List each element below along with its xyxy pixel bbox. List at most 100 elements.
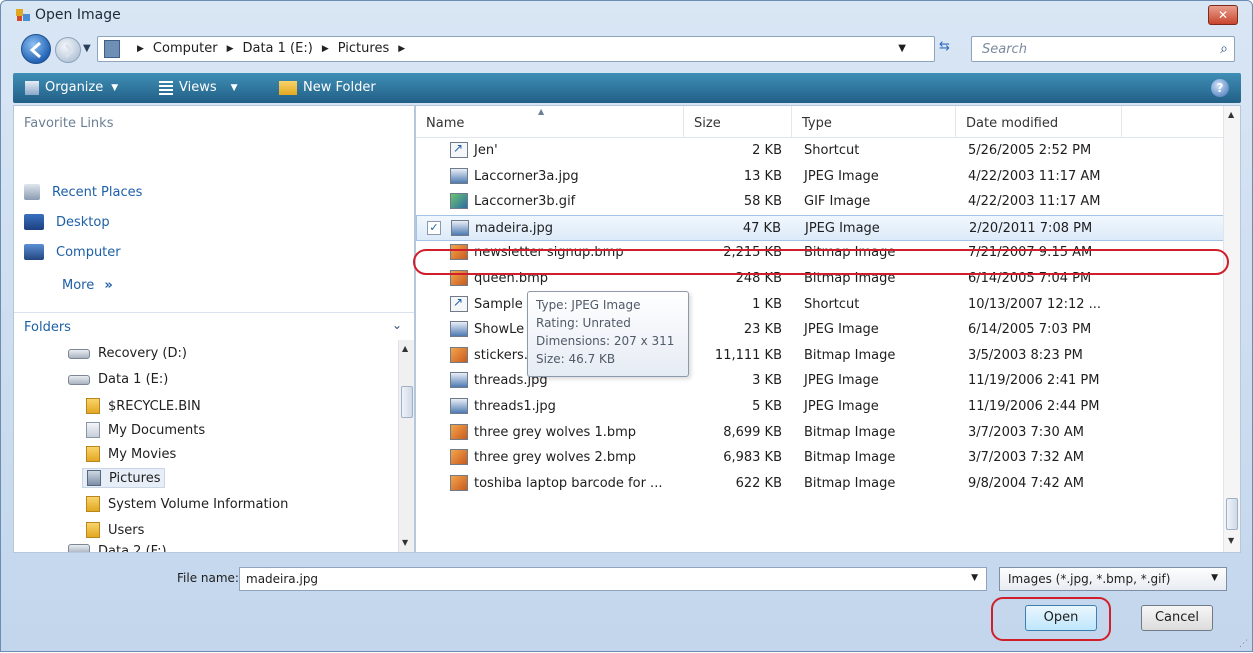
tooltip-dimensions: Dimensions: 207 x 311 [536, 334, 675, 348]
tree-label: Data 2 (F:) [98, 544, 167, 552]
breadcrumb-separator-icon[interactable]: ▶ [322, 44, 329, 54]
refresh-icon: ⇆ [939, 39, 950, 54]
chevron-down-icon[interactable]: ▼ [971, 573, 978, 583]
tree-item-data2[interactable]: Data 2 (F:) [68, 544, 167, 552]
resize-grip-icon[interactable]: ⋰ [1239, 639, 1248, 649]
bmp-file-icon [450, 449, 468, 466]
file-name: Sample [474, 296, 523, 312]
jpg-file-icon [450, 372, 468, 389]
tree-item-pictures[interactable]: Pictures [82, 468, 166, 488]
column-name[interactable]: Name ▲ [416, 106, 684, 138]
new-folder-label: New Folder [303, 80, 376, 95]
app-icon [15, 7, 31, 23]
file-size: 13 KB [743, 168, 782, 184]
breadcrumb-computer[interactable]: Computer [153, 41, 218, 56]
breadcrumb-separator-icon[interactable]: ▶ [398, 44, 405, 54]
more-links-button[interactable]: More » [62, 278, 113, 293]
open-image-dialog: Open Image ✕ ▼ ▶ Computer ▶ Data 1 (E:) … [0, 0, 1253, 652]
tree-item-my-movies[interactable]: My Movies [86, 446, 176, 462]
file-row[interactable]: Jen' 2 KB Shortcut 5/26/2005 2:52 PM [416, 138, 1224, 164]
file-type-filter[interactable]: Images (*.jpg, *.bmp, *.gif) ▼ [999, 567, 1227, 591]
breadcrumb-separator-icon[interactable]: ▶ [227, 44, 234, 54]
forward-button[interactable] [55, 37, 81, 63]
tooltip-rating: Rating: Unrated [536, 316, 631, 330]
file-row[interactable]: threads1.jpg 5 KB JPEG Image 11/19/2006 2:4… [416, 394, 1224, 420]
file-size: 1 KB [752, 296, 782, 312]
file-row[interactable]: Laccorner3a.jpg 13 KB JPEG Image 4/22/2003 … [416, 164, 1224, 190]
file-type: JPEG Image [804, 399, 879, 414]
tree-item-data1[interactable]: Data 1 (E:) [68, 372, 168, 387]
window-title: Open Image [35, 7, 121, 23]
search-input[interactable]: Search ⌕ [971, 36, 1235, 62]
file-type: Bitmap Image [804, 475, 896, 491]
chevron-down-icon: ▼ [230, 82, 238, 93]
new-folder-button[interactable]: New Folder [279, 80, 376, 95]
scroll-down-icon[interactable]: ▼ [1228, 536, 1234, 545]
fav-label: Desktop [56, 214, 110, 230]
dialog-footer: File name: madeira.jpg ▼ Images (*.jpg, … [1, 557, 1252, 653]
close-button[interactable]: ✕ [1208, 5, 1238, 25]
breadcrumb-data1[interactable]: Data 1 (E:) [242, 41, 312, 56]
refresh-button[interactable]: ⇆ [939, 39, 963, 59]
column-size[interactable]: Size [684, 106, 792, 138]
tree-item-recovery[interactable]: Recovery (D:) [68, 346, 187, 361]
file-name-input[interactable]: madeira.jpg ▼ [239, 567, 987, 591]
file-row[interactable]: three grey wolves 1.bmp 8,699 KB Bitmap Im… [416, 420, 1224, 446]
fav-recent-places[interactable]: Recent Places [24, 184, 142, 200]
history-dropdown-icon[interactable]: ▼ [83, 43, 91, 54]
file-row[interactable]: Laccorner3b.gif 58 KB GIF Image 4/22/2003 1… [416, 189, 1224, 215]
breadcrumb-separator-icon[interactable]: ▶ [137, 44, 144, 54]
file-size: 58 KB [743, 194, 782, 210]
breadcrumb: ▶ Computer ▶ Data 1 (E:) ▶ Pictures ▶ [128, 41, 414, 56]
file-date: 5/26/2005 2:52 PM [968, 143, 1092, 158]
file-scrollbar[interactable]: ▲ ▼ [1223, 106, 1240, 552]
address-dropdown-icon[interactable]: ▼ [898, 43, 906, 54]
file-row[interactable]: ✓ madeira.jpg 47 KB JPEG Image 2/20/2011 7:0… [416, 214, 1224, 241]
column-type[interactable]: Type [792, 106, 956, 138]
file-date: 3/5/2003 8:23 PM [968, 347, 1083, 363]
file-date: 6/14/2005 7:03 PM [968, 322, 1092, 338]
views-label: Views [179, 80, 217, 95]
tree-item-recycle-bin[interactable]: $RECYCLE.BIN [86, 398, 201, 414]
scroll-down-icon[interactable]: ▼ [402, 538, 408, 547]
cancel-button[interactable]: Cancel [1141, 605, 1213, 631]
file-name: toshiba laptop barcode for ... [474, 475, 663, 491]
drive-icon [68, 374, 90, 385]
file-size: 6,983 KB [723, 450, 782, 466]
filter-value: Images (*.jpg, *.bmp, *.gif) [1008, 572, 1171, 586]
file-date: 2/20/2011 7:08 PM [969, 220, 1093, 236]
tree-item-users[interactable]: Users [86, 522, 144, 538]
folder-icon [86, 446, 100, 462]
tree-item-my-documents[interactable]: My Documents [86, 422, 205, 438]
scroll-up-icon[interactable]: ▲ [402, 344, 408, 353]
fav-desktop[interactable]: Desktop [24, 214, 110, 230]
file-scroll-thumb[interactable] [1226, 498, 1238, 530]
back-button[interactable] [21, 34, 51, 64]
scroll-up-icon[interactable]: ▲ [1228, 110, 1234, 119]
jpg-file-icon [450, 321, 468, 338]
search-icon: ⌕ [1220, 41, 1228, 57]
column-name-label: Name [426, 116, 465, 131]
nav-scroll-thumb[interactable] [401, 386, 413, 418]
file-type: GIF Image [804, 194, 871, 210]
file-type: JPEG Image [804, 322, 879, 338]
nav-scrollbar[interactable]: ▲ ▼ [398, 340, 414, 552]
views-menu[interactable]: Views ▼ [159, 80, 238, 95]
fav-computer[interactable]: Computer [24, 244, 121, 260]
address-bar[interactable]: ▶ Computer ▶ Data 1 (E:) ▶ Pictures ▶ ▼ [97, 36, 935, 62]
column-header-row: Name ▲ Size Type Date modified [416, 106, 1224, 138]
row-checkbox[interactable]: ✓ [427, 220, 441, 235]
organize-menu[interactable]: Organize ▼ [25, 80, 118, 95]
desktop-icon [24, 214, 44, 230]
column-date[interactable]: Date modified [956, 106, 1122, 138]
file-row[interactable]: toshiba laptop barcode for ... 622 KB Bitm… [416, 471, 1224, 497]
folders-header[interactable]: Folders ⌄ [14, 312, 414, 340]
double-chevron-right-icon: » [104, 278, 113, 293]
file-size: 2 KB [752, 143, 782, 158]
file-row[interactable]: three grey wolves 2.bmp 6,983 KB Bitmap Im… [416, 445, 1224, 471]
help-icon[interactable]: ? [1211, 79, 1229, 97]
lnk-file-icon [450, 295, 468, 312]
recent-places-icon [24, 184, 40, 200]
tree-item-system-volume[interactable]: System Volume Information [86, 496, 288, 512]
breadcrumb-pictures[interactable]: Pictures [338, 41, 389, 56]
